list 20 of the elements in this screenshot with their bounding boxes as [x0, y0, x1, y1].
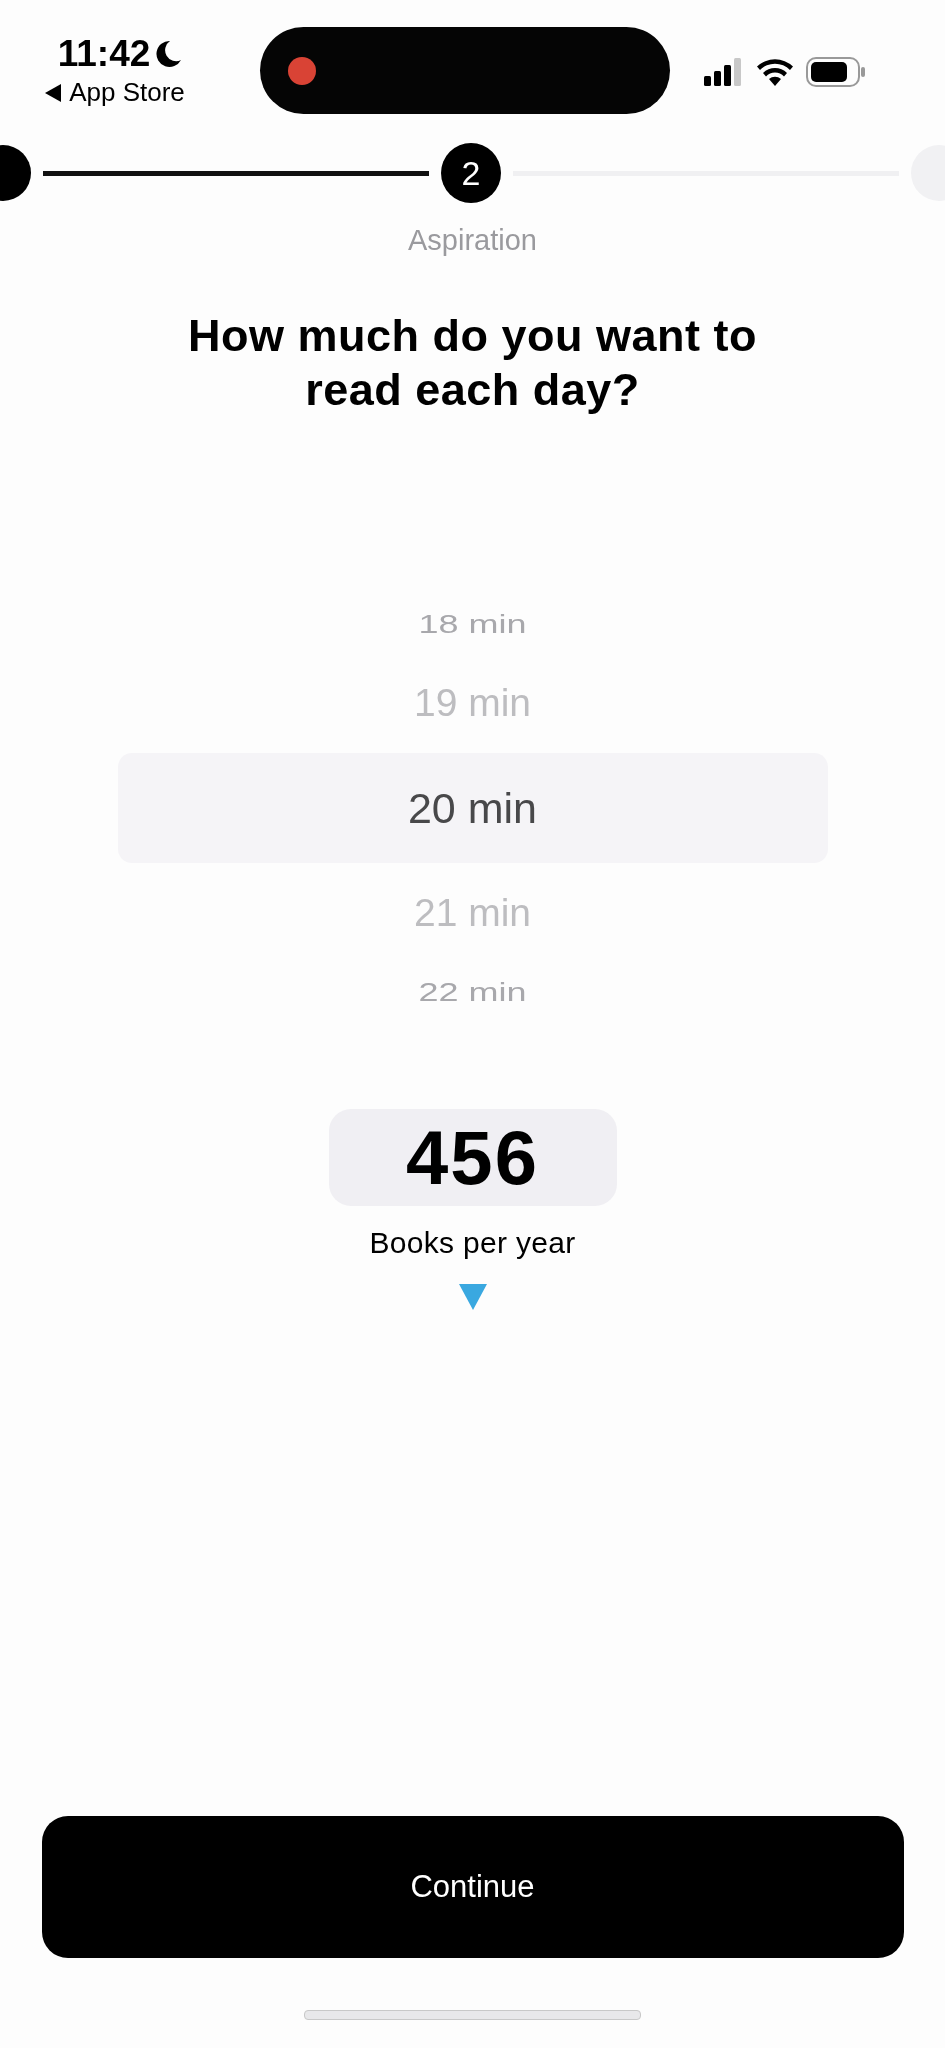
books-count: 456 — [328, 1109, 617, 1206]
back-to-app-link[interactable]: App Store — [69, 77, 185, 108]
status-time: 11:42 — [57, 33, 151, 75]
signal-icon — [704, 58, 744, 86]
books-caption: Books per year — [369, 1226, 576, 1260]
moon-icon — [156, 40, 183, 68]
step-indicator: 2 — [441, 143, 501, 203]
picker-option[interactable]: 20 min — [117, 753, 828, 863]
picker-option[interactable]: 19 min — [117, 653, 828, 753]
step-caption: Aspiration — [408, 224, 537, 257]
question-title: How much do you want to read each day? — [187, 309, 758, 417]
picker-option[interactable]: 18 min — [117, 595, 828, 653]
battery-icon — [806, 57, 866, 87]
wifi-icon — [756, 58, 794, 86]
picker-option[interactable]: 22 min — [117, 963, 828, 1021]
back-arrow-icon[interactable] — [45, 83, 62, 102]
triangle-down-icon — [458, 1284, 487, 1310]
continue-button[interactable]: Continue — [41, 1816, 904, 1958]
picker-option[interactable]: 21 min — [117, 863, 828, 963]
recording-dot-icon — [288, 56, 316, 85]
